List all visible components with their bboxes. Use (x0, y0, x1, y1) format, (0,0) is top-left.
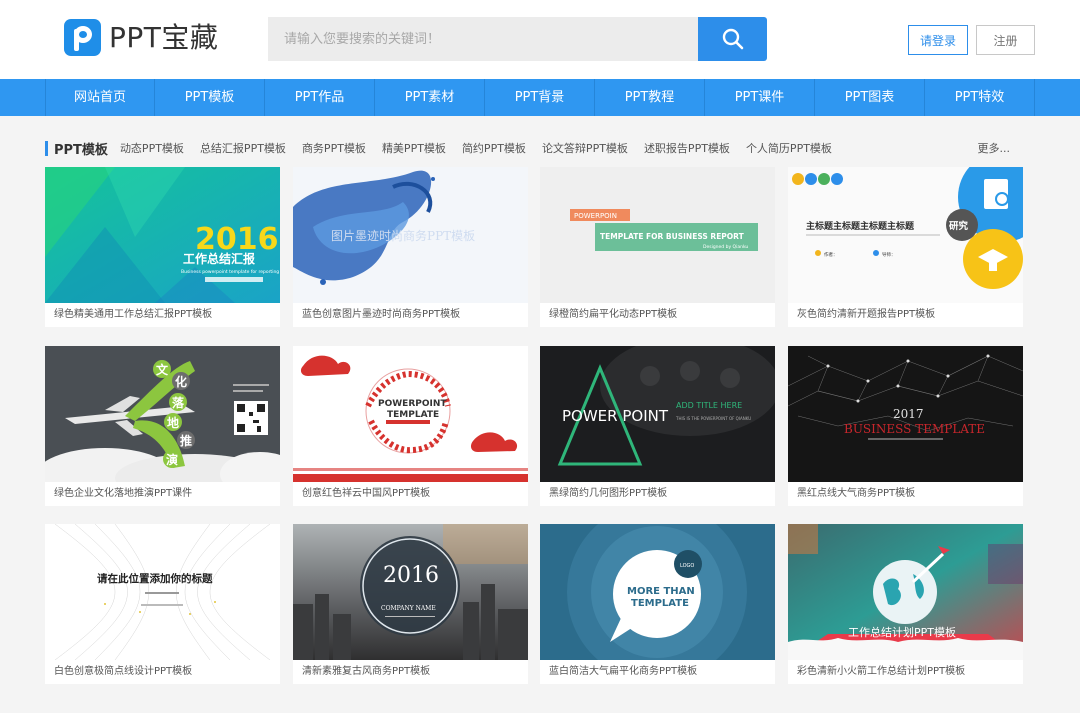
template-title[interactable]: 灰色简约清新开题报告PPT模板 (788, 303, 1023, 327)
thumb-text-title: 图片墨迹时尚商务PPT模板 (331, 228, 475, 243)
thumb-text-title-2: TEMPLATE (631, 598, 689, 609)
thumb-text-sub: ADD TITLE HERE (676, 401, 742, 410)
nav-item-ppt-materials[interactable]: PPT素材 (375, 79, 485, 116)
template-thumbnail[interactable]: POWERPOIN TEMPLATE FOR BUSINESS REPORT D… (540, 167, 775, 303)
template-thumbnail[interactable]: 2016 COMPANY NAME (293, 524, 528, 660)
search-bar (268, 17, 767, 61)
template-title[interactable]: 彩色清新小火箭工作总结计划PPT模板 (788, 660, 1023, 684)
thumb-text-sub: TEMPLATE (387, 410, 439, 420)
category-accent-bar (45, 140, 48, 156)
category-link[interactable]: 精美PPT模板 (382, 140, 446, 156)
template-thumbnail[interactable]: 2017 BUSINESS TEMPLATE (788, 346, 1023, 482)
nav-item-ppt-effects[interactable]: PPT特效 (925, 79, 1035, 116)
template-title[interactable]: 白色创意极简点线设计PPT模板 (45, 660, 280, 684)
nav-item-ppt-works[interactable]: PPT作品 (265, 79, 375, 116)
thumb-text-title: 请在此位置添加你的标题 (97, 572, 213, 585)
thumb-text-title: POWER POINT (562, 407, 669, 425)
thumb-text-title: POWERPOINT (378, 399, 447, 409)
nav-item-ppt-charts[interactable]: PPT图表 (815, 79, 925, 116)
template-card[interactable]: POWERPOIN TEMPLATE FOR BUSINESS REPORT D… (540, 167, 775, 327)
category-link[interactable]: 简约PPT模板 (462, 140, 526, 156)
thumb-text-title: 工作总结计划PPT模板 (848, 625, 956, 639)
template-thumbnail[interactable]: 请在此位置添加你的标题 (45, 524, 280, 660)
category-bar: PPT模板 动态PPT模板 总结汇报PPT模板 商务PPT模板 精美PPT模板 … (45, 138, 1022, 158)
category-link[interactable]: 述职报告PPT模板 (644, 140, 730, 156)
thumb-text-title: 主标题主标题主标题主标题 (806, 220, 915, 232)
template-title[interactable]: 黑绿简约几何图形PPT模板 (540, 482, 775, 506)
more-link[interactable]: 更多... (978, 140, 1011, 156)
header: PPT宝藏 请登录 注册 (0, 0, 1080, 79)
template-card[interactable]: LOGO MORE THAN TEMPLATE 蓝白简洁大气扁平化商务PPT模板 (540, 524, 775, 684)
search-icon (722, 28, 743, 50)
search-input[interactable] (268, 17, 698, 61)
thumb-text-char: 地 (167, 415, 179, 430)
template-thumbnail[interactable]: 研究 主标题主标题主标题主标题 作者： 导师： (788, 167, 1023, 303)
template-card[interactable]: 2016 工作总结汇报 Business powerpoint template… (45, 167, 280, 327)
thumb-text-title: 工作总结汇报 (183, 251, 255, 266)
thumb-text-year: 2016 (383, 563, 439, 588)
search-button[interactable] (698, 17, 767, 61)
template-card[interactable]: POWER POINT ADD TITLE HERE THIS IS THE P… (540, 346, 775, 506)
template-card[interactable]: POWERPOINT TEMPLATE 创意红色祥云中国风PPT模板 (293, 346, 528, 506)
category-link[interactable]: 商务PPT模板 (302, 140, 366, 156)
logo-p-icon (64, 19, 101, 56)
category-link[interactable]: 个人简历PPT模板 (746, 140, 832, 156)
thumb-text-sub: COMPANY NAME (381, 605, 436, 612)
thumb-text-badge: 研究 (949, 220, 969, 232)
nav-item-home[interactable]: 网站首页 (45, 79, 155, 116)
template-card[interactable]: 2017 BUSINESS TEMPLATE 黑红点线大气商务PPT模板 (788, 346, 1023, 506)
template-thumbnail[interactable]: 2016 工作总结汇报 Business powerpoint template… (45, 167, 280, 303)
thumb-text-char: 演 (166, 452, 178, 467)
template-title[interactable]: 黑红点线大气商务PPT模板 (788, 482, 1023, 506)
category-link[interactable]: 论文答辩PPT模板 (542, 140, 628, 156)
template-thumbnail[interactable]: POWERPOINT TEMPLATE (293, 346, 528, 482)
login-button[interactable]: 请登录 (908, 25, 968, 55)
category-title[interactable]: PPT模板 (54, 139, 108, 158)
nav-item-ppt-tutorials[interactable]: PPT教程 (595, 79, 705, 116)
template-title[interactable]: 蓝白简洁大气扁平化商务PPT模板 (540, 660, 775, 684)
thumb-text-char: 推 (180, 433, 192, 448)
category-link[interactable]: 总结汇报PPT模板 (200, 140, 286, 156)
thumb-text-sub: Business powerpoint template for reporti… (181, 269, 279, 275)
thumb-text-sub: Designed by Qianku (703, 244, 748, 250)
thumb-text-label: 作者： (824, 251, 838, 258)
nav-item-ppt-backgrounds[interactable]: PPT背景 (485, 79, 595, 116)
thumb-text-logo: LOGO (680, 563, 694, 569)
thumb-text-title: BUSINESS TEMPLATE (844, 422, 985, 436)
thumb-text-char: 化 (175, 374, 187, 389)
thumb-text-year: 2017 (893, 407, 924, 421)
template-thumbnail[interactable]: 图片墨迹时尚商务PPT模板 (293, 167, 528, 303)
main-nav: 网站首页 PPT模板 PPT作品 PPT素材 PPT背景 PPT教程 PPT课件… (0, 79, 1080, 116)
template-thumbnail[interactable]: 工作总结计划PPT模板 (788, 524, 1023, 660)
template-card[interactable]: 文 化 落 地 推 演 绿色企业文化落地推演PPT课件 (45, 346, 280, 506)
template-card[interactable]: 2016 COMPANY NAME 清新素雅复古风商务PPT模板 (293, 524, 528, 684)
thumb-text-char: 文 (156, 362, 169, 377)
template-thumbnail[interactable]: POWER POINT ADD TITLE HERE THIS IS THE P… (540, 346, 775, 482)
template-thumbnail[interactable]: 文 化 落 地 推 演 (45, 346, 280, 482)
nav-item-ppt-courseware[interactable]: PPT课件 (705, 79, 815, 116)
template-card[interactable]: 请在此位置添加你的标题 白色创意极简点线设计PPT模板 (45, 524, 280, 684)
register-button[interactable]: 注册 (976, 25, 1035, 55)
template-title[interactable]: 绿色企业文化落地推演PPT课件 (45, 482, 280, 506)
thumb-text-title-1: MORE THAN (627, 586, 695, 597)
logo[interactable]: PPT宝藏 (64, 19, 218, 56)
template-card[interactable]: 研究 主标题主标题主标题主标题 作者： 导师： 灰色简约清新开题报告PPT模板 (788, 167, 1023, 327)
template-card[interactable]: 图片墨迹时尚商务PPT模板 蓝色创意图片墨迹时尚商务PPT模板 (293, 167, 528, 327)
category-link[interactable]: 动态PPT模板 (120, 140, 184, 156)
template-thumbnail[interactable]: LOGO MORE THAN TEMPLATE (540, 524, 775, 660)
template-card[interactable]: 工作总结计划PPT模板 彩色清新小火箭工作总结计划PPT模板 (788, 524, 1023, 684)
template-title[interactable]: 创意红色祥云中国风PPT模板 (293, 482, 528, 506)
template-title[interactable]: 绿色精美通用工作总结汇报PPT模板 (45, 303, 280, 327)
nav-item-ppt-templates[interactable]: PPT模板 (155, 79, 265, 116)
thumb-text-label: 导师： (882, 251, 896, 258)
template-title[interactable]: 清新素雅复古风商务PPT模板 (293, 660, 528, 684)
thumb-text-title: TEMPLATE FOR BUSINESS REPORT (600, 232, 745, 241)
thumb-text-char: 落 (172, 395, 185, 410)
template-title[interactable]: 绿橙简约扁平化动态PPT模板 (540, 303, 775, 327)
thumb-text-small: THIS IS THE POWERPOINT OF QIANKU (675, 416, 751, 421)
template-title[interactable]: 蓝色创意图片墨迹时尚商务PPT模板 (293, 303, 528, 327)
logo-text: PPT宝藏 (109, 21, 219, 54)
thumb-text-tag: POWERPOIN (574, 212, 617, 220)
